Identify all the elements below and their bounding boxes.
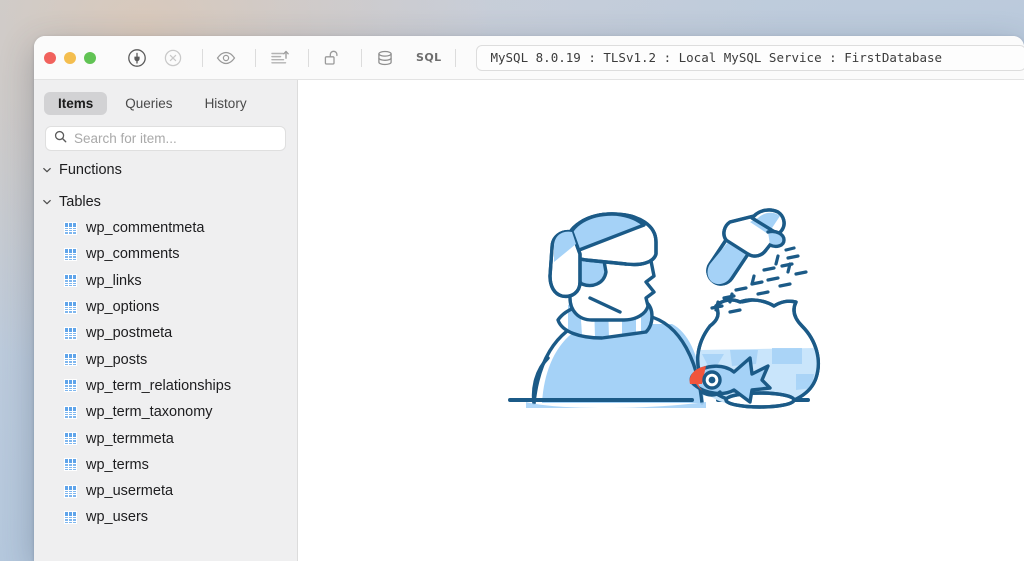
database-cylinder-icon xyxy=(374,48,396,68)
table-list-item[interactable]: wp_postmeta xyxy=(34,320,297,346)
table-grid-icon xyxy=(64,406,77,419)
eye-icon xyxy=(215,48,237,68)
table-name-label: wp_term_taxonomy xyxy=(86,404,213,420)
tab-items[interactable]: Items xyxy=(44,92,107,115)
zoom-button[interactable] xyxy=(84,52,96,64)
table-grid-icon xyxy=(64,301,77,314)
table-list-item[interactable]: wp_term_taxonomy xyxy=(34,399,297,425)
chevron-down-icon xyxy=(42,197,52,207)
table-grid-icon xyxy=(64,511,77,524)
table-name-label: wp_postmeta xyxy=(86,325,172,341)
sidebar-group-label: Functions xyxy=(59,162,122,178)
table-name-label: wp_comments xyxy=(86,246,179,262)
search-field[interactable] xyxy=(45,126,286,151)
person-with-fishbowl-illustration xyxy=(496,198,826,428)
table-list-item[interactable]: wp_commentmeta xyxy=(34,215,297,241)
table-name-label: wp_commentmeta xyxy=(86,220,204,236)
illustration-svg xyxy=(496,198,826,428)
sort-button[interactable] xyxy=(264,43,294,73)
tab-queries[interactable]: Queries xyxy=(111,92,186,115)
sql-label[interactable]: SQL xyxy=(416,51,441,64)
sidebar-group-label: Tables xyxy=(59,194,101,210)
table-list-item[interactable]: wp_term_relationships xyxy=(34,373,297,399)
close-button[interactable] xyxy=(44,52,56,64)
tab-history[interactable]: History xyxy=(191,92,261,115)
table-list-item[interactable]: wp_terms xyxy=(34,452,297,478)
toolbar-separator xyxy=(308,49,309,67)
table-list-item[interactable]: wp_termmeta xyxy=(34,425,297,451)
sidebar: Items Queries History xyxy=(34,80,298,561)
table-list-item[interactable]: wp_comments xyxy=(34,241,297,267)
traffic-light-group xyxy=(44,52,96,64)
app-window: SQL MySQL 8.0.19 : TLSv1.2 : Local MySQL… xyxy=(34,36,1024,561)
plug-connect-icon xyxy=(127,48,147,68)
disconnect-button[interactable] xyxy=(158,43,188,73)
toolbar-separator xyxy=(361,49,362,67)
table-grid-icon xyxy=(64,485,77,498)
preview-button[interactable] xyxy=(211,43,241,73)
toolbar-separator xyxy=(455,49,456,67)
database-button[interactable] xyxy=(370,43,400,73)
table-grid-icon xyxy=(64,458,77,471)
window-body: Items Queries History xyxy=(34,80,1024,561)
connection-status-field[interactable]: MySQL 8.0.19 : TLSv1.2 : Local MySQL Ser… xyxy=(476,45,1024,71)
table-grid-icon xyxy=(64,353,77,366)
table-grid-icon xyxy=(64,222,77,235)
unlock-button[interactable] xyxy=(317,43,347,73)
table-grid-icon xyxy=(64,248,77,261)
table-list-item[interactable]: wp_options xyxy=(34,294,297,320)
table-name-label: wp_users xyxy=(86,509,148,525)
sidebar-group-functions[interactable]: Functions xyxy=(34,157,297,183)
sidebar-group-tables[interactable]: Tables xyxy=(34,189,297,215)
toolbar-separator xyxy=(202,49,203,67)
unlock-padlock-icon xyxy=(321,48,343,68)
table-grid-icon xyxy=(64,274,77,287)
sidebar-tab-bar: Items Queries History xyxy=(34,80,297,115)
chevron-down-icon xyxy=(42,165,52,175)
table-name-label: wp_terms xyxy=(86,457,149,473)
table-list-item[interactable]: wp_posts xyxy=(34,346,297,372)
table-list-item[interactable]: wp_links xyxy=(34,268,297,294)
search-input[interactable] xyxy=(74,131,277,146)
table-list-item[interactable]: wp_usermeta xyxy=(34,478,297,504)
connect-button[interactable] xyxy=(122,43,152,73)
table-grid-icon xyxy=(64,327,77,340)
table-list-item[interactable]: wp_users xyxy=(34,504,297,530)
table-name-label: wp_options xyxy=(86,299,159,315)
table-list: wp_commentmeta wp_comments wp_links wp_opti… xyxy=(34,215,297,531)
window-toolbar: SQL MySQL 8.0.19 : TLSv1.2 : Local MySQL… xyxy=(34,36,1024,80)
connection-status-text: MySQL 8.0.19 : TLSv1.2 : Local MySQL Ser… xyxy=(490,50,942,65)
table-name-label: wp_links xyxy=(86,273,142,289)
minimize-button[interactable] xyxy=(64,52,76,64)
toolbar-separator xyxy=(255,49,256,67)
disconnect-circle-x-icon xyxy=(163,48,183,68)
table-grid-icon xyxy=(64,379,77,392)
search-icon xyxy=(54,130,67,148)
table-name-label: wp_usermeta xyxy=(86,483,173,499)
sort-ascending-icon xyxy=(268,48,290,68)
content-area xyxy=(298,80,1024,561)
table-grid-icon xyxy=(64,432,77,445)
table-name-label: wp_posts xyxy=(86,352,147,368)
table-name-label: wp_term_relationships xyxy=(86,378,231,394)
table-name-label: wp_termmeta xyxy=(86,431,174,447)
